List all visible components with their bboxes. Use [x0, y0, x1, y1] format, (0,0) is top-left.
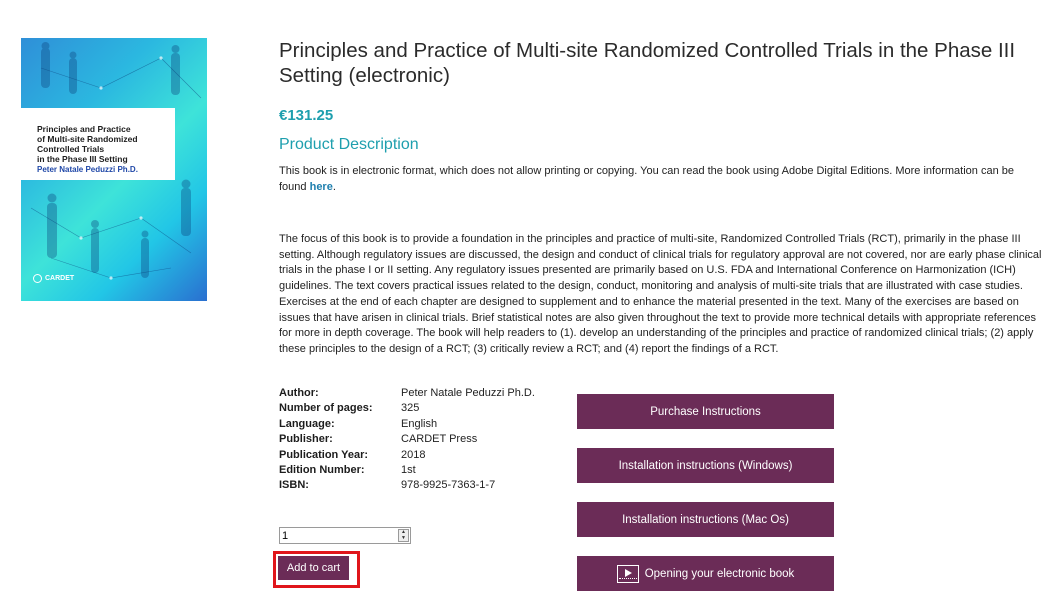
detail-label: Edition Number:: [279, 464, 365, 477]
purchase-instructions-label: Purchase Instructions: [650, 405, 761, 418]
detail-label: Language:: [279, 417, 335, 430]
detail-label: Author:: [279, 387, 319, 399]
detail-value: 978-9925-7363-1-7: [401, 479, 496, 492]
install-windows-label: Installation instructions (Windows): [618, 459, 793, 472]
detail-label: Publisher:: [279, 433, 333, 446]
detail-value: 325: [401, 402, 420, 415]
install-mac-label: Installation instructions (Mac Os): [622, 513, 789, 526]
detail-value: CARDET Press: [401, 433, 478, 446]
detail-value: English: [401, 417, 438, 430]
detail-row-pages: Number of pages: 325: [279, 401, 535, 416]
product-price: €131.25: [279, 107, 334, 124]
detail-row-author: Author: Peter Natale Peduzzi Ph.D.: [279, 386, 535, 401]
add-to-cart-button[interactable]: Add to cart: [278, 556, 349, 580]
product-title: Principles and Practice of Multi-site Ra…: [279, 39, 1016, 87]
intro-text: This book is in electronic format, which…: [279, 165, 1014, 193]
detail-row-edition: Edition Number: 1st: [279, 463, 535, 478]
detail-label: ISBN:: [279, 479, 309, 492]
quantity-stepper[interactable]: ▲ ▼: [279, 527, 411, 544]
product-details: Author: Peter Natale Peduzzi Ph.D. Numbe…: [279, 386, 535, 494]
detail-row-year: Publication Year: 2018: [279, 448, 535, 463]
description-heading: Product Description: [279, 136, 419, 153]
opening-ebook-label: Opening your electronic book: [644, 567, 795, 580]
spin-down-icon[interactable]: ▼: [399, 535, 408, 542]
description-body: The focus of this book is to provide a f…: [279, 233, 1042, 355]
more-info-link[interactable]: here: [310, 181, 333, 193]
publisher-logo: CARDET: [33, 274, 74, 283]
detail-row-isbn: ISBN: 978-9925-7363-1-7: [279, 478, 535, 493]
detail-row-language: Language: English: [279, 417, 535, 432]
quantity-input[interactable]: [282, 528, 394, 543]
detail-value: 2018: [401, 448, 426, 461]
install-mac-button[interactable]: Installation instructions (Mac Os): [577, 502, 834, 537]
book-cover-image[interactable]: Principles and Practice of Multi-site Ra…: [21, 38, 207, 301]
detail-value: 1st: [401, 464, 416, 477]
cover-title: Principles and Practice of Multi-site Ra…: [37, 124, 138, 164]
quantity-spin-buttons[interactable]: ▲ ▼: [398, 529, 409, 542]
purchase-instructions-button[interactable]: Purchase Instructions: [577, 394, 834, 429]
intro-end: .: [332, 181, 336, 193]
product-page: Principles and Practice of Multi-site Ra…: [0, 0, 1051, 595]
publisher-logo-text: CARDET: [45, 275, 75, 282]
opening-ebook-button[interactable]: Opening your electronic book: [577, 556, 834, 591]
detail-value: Peter Natale Peduzzi Ph.D.: [401, 387, 535, 399]
install-windows-button[interactable]: Installation instructions (Windows): [577, 448, 834, 483]
cover-title-box: Principles and Practice of Multi-site Ra…: [21, 108, 175, 180]
detail-label: Number of pages:: [279, 402, 373, 415]
detail-label: Publication Year:: [279, 448, 369, 461]
description-intro: This book is in electronic format, which…: [279, 163, 1019, 195]
detail-row-publisher: Publisher: CARDET Press: [279, 432, 535, 447]
publisher-logo-icon: [33, 274, 42, 283]
cover-author: Peter Natale Peduzzi Ph.D.: [37, 165, 138, 174]
video-player-icon: [616, 564, 639, 583]
